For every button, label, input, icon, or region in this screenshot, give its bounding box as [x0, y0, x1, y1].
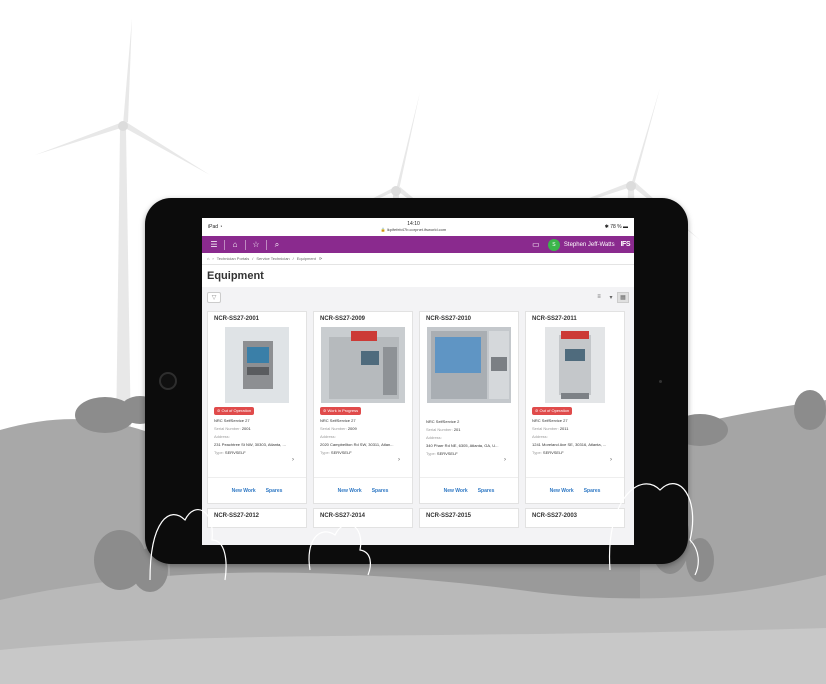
illustration-scene: iPad ◔ 14:10 🔒 lkpifefeb47b.corpnet.ifsw…	[0, 0, 826, 684]
foreground-bushes	[149, 483, 699, 581]
